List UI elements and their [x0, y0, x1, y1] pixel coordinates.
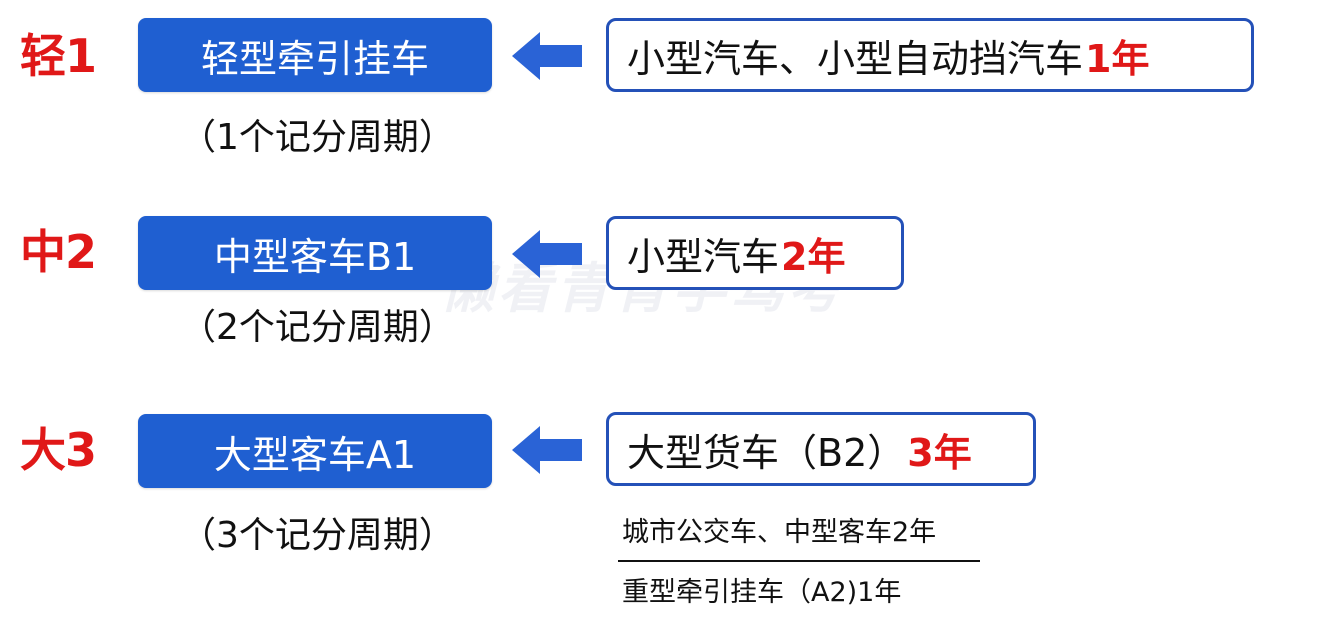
license-type-button-1[interactable]: 轻型牵引挂车 [138, 18, 492, 92]
left-arrow-icon [512, 426, 582, 474]
years-required-1: 1年 [1085, 36, 1150, 81]
source-license-text-3: 大型货车（B2） [627, 430, 906, 475]
level-label-2: 中2 [20, 225, 97, 279]
level-label-1: 轻1 [20, 29, 97, 83]
source-license-text-2: 小型汽车 [627, 234, 780, 279]
left-arrow-icon [512, 230, 582, 278]
license-type-button-2[interactable]: 中型客车B1 [138, 216, 492, 290]
period-label-1: （1个记分周期） [180, 117, 455, 158]
source-license-box-2: 小型汽车 2年 [606, 216, 904, 290]
alt-source-note-2: 重型牵引挂车（A2)1年 [622, 577, 902, 608]
alt-source-note-1: 城市公交车、中型客车2年 [622, 517, 937, 548]
source-license-box-1: 小型汽车、小型自动挡汽车 1年 [606, 18, 1254, 92]
source-license-text-1: 小型汽车、小型自动挡汽车 [627, 36, 1084, 81]
left-arrow-icon [512, 32, 582, 80]
period-label-2: （2个记分周期） [180, 307, 455, 348]
divider [618, 560, 980, 562]
period-label-3: （3个记分周期） [180, 515, 455, 556]
years-required-2: 2年 [781, 234, 846, 279]
source-license-box-3: 大型货车（B2） 3年 [606, 412, 1036, 486]
years-required-3: 3年 [907, 430, 972, 475]
license-type-button-3[interactable]: 大型客车A1 [138, 414, 492, 488]
level-label-3: 大3 [20, 423, 97, 477]
